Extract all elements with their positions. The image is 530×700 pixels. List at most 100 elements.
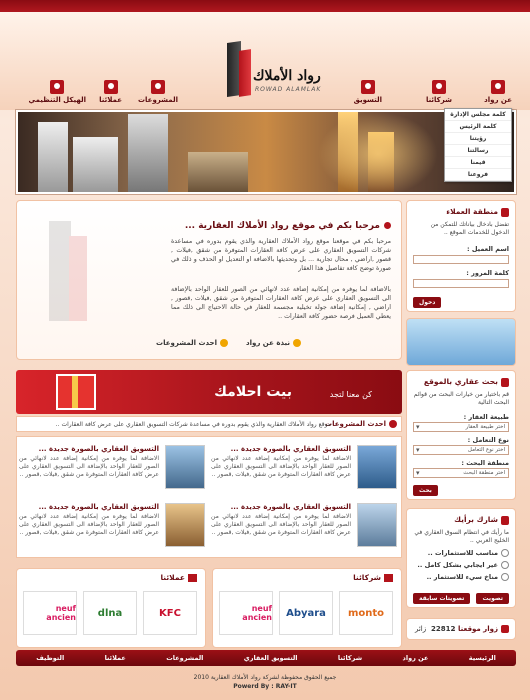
area-label: منطقة البحث : bbox=[461, 459, 509, 467]
search-icon bbox=[501, 377, 509, 387]
clients-icon bbox=[188, 574, 197, 582]
nav-item-projects[interactable]: المشروعات bbox=[138, 80, 178, 104]
submenu-item[interactable]: كلمة مجلس الإدارة bbox=[445, 109, 511, 121]
password-label: كلمة المرور : bbox=[466, 269, 509, 277]
powered-by-text: Powerd By : RAY-IT bbox=[233, 683, 297, 690]
sun-icon bbox=[220, 339, 228, 347]
visitors-count: 22812 bbox=[431, 625, 456, 633]
deal-type-select[interactable]: اختر نوع التعامل bbox=[413, 445, 509, 455]
news-text[interactable]: موقع رواد الأملاك العقارية والذي يقوم بد… bbox=[56, 421, 331, 428]
footer-link-home[interactable]: الرئيسية bbox=[469, 654, 496, 662]
article-thumbnail bbox=[357, 445, 397, 489]
search-button[interactable]: بحث bbox=[413, 485, 438, 496]
vote-button[interactable]: تصويت bbox=[476, 593, 509, 604]
logo-tower-red-icon bbox=[239, 49, 251, 97]
article-title[interactable]: التسويق العقاري بالصورة جديدة ... bbox=[211, 503, 351, 511]
client-logo-kfc[interactable]: KFC bbox=[143, 591, 197, 635]
copyright-text: جميع الحقوق محفوظة لشركة رواد الأملاك ال… bbox=[193, 674, 337, 681]
partner-logo-monto[interactable]: monto bbox=[339, 591, 393, 635]
partners-icon bbox=[431, 80, 446, 94]
about-link[interactable]: نبذة عن رواد bbox=[246, 339, 301, 347]
lock-icon bbox=[501, 207, 509, 217]
footer-link-partners[interactable]: شركائنا bbox=[338, 654, 362, 662]
search-title: بحث عقاري بالموقع bbox=[424, 377, 509, 387]
promo-banner[interactable]: بيت احلامك كن معنا لتجد bbox=[16, 370, 402, 414]
footer-link-projects[interactable]: المشروعات bbox=[166, 654, 203, 662]
nav-item-marketing[interactable]: التسويق bbox=[354, 80, 382, 104]
banner-glow bbox=[318, 112, 438, 192]
nav-item-about[interactable]: عن رواد bbox=[484, 80, 512, 104]
submenu-item[interactable]: رسالتنا bbox=[445, 145, 511, 157]
footer-link-marketing[interactable]: التسويق العقاري bbox=[244, 654, 298, 662]
footer-link-about[interactable]: عن رواد bbox=[403, 654, 429, 662]
client-logo-neuf[interactable]: neuf ancien bbox=[23, 591, 77, 635]
chart-icon bbox=[501, 515, 509, 525]
star-icon bbox=[293, 339, 301, 347]
logo-watermark bbox=[29, 211, 149, 331]
nav-item-clients[interactable]: عملائنا bbox=[99, 80, 122, 104]
partner-logo-neuf[interactable]: neuf ancien bbox=[219, 591, 273, 635]
news-ticker: احدث المشروعات موقع رواد الأملاك العقاري… bbox=[16, 416, 402, 432]
article-item[interactable]: التسويق العقاري بالصورة جديدة ... الاضاف… bbox=[209, 441, 397, 497]
article-thumbnail bbox=[165, 445, 205, 489]
partner-logo-abyara[interactable]: Abyara bbox=[279, 591, 333, 635]
welcome-title: مرحبا بكم في موقع رواد الأملاك العقارية … bbox=[185, 221, 391, 231]
login-box: منطقة العملاء تفضل بادخال بياناتك للتمكن… bbox=[406, 200, 516, 312]
username-input[interactable] bbox=[413, 255, 509, 264]
bullet-icon bbox=[384, 222, 391, 229]
nav-item-partners[interactable]: شركائنا bbox=[426, 80, 452, 104]
submenu-item[interactable]: رؤيتنا bbox=[445, 133, 511, 145]
articles-grid: التسويق العقاري بالصورة جديدة ... الاضاف… bbox=[16, 436, 402, 558]
poll-box: شارك برأيك ما رأيك في انتظام السوق العقا… bbox=[406, 508, 516, 608]
login-button[interactable]: دخول bbox=[413, 297, 442, 308]
article-title[interactable]: التسويق العقاري بالصورة جديدة ... bbox=[19, 445, 159, 453]
building-shape bbox=[73, 137, 118, 192]
password-input[interactable] bbox=[413, 279, 509, 288]
visitors-unit: زائر bbox=[415, 625, 427, 633]
submenu-item[interactable]: كلمة الرئيس bbox=[445, 121, 511, 133]
promo-subline: كن معنا لتجد bbox=[329, 390, 372, 399]
partners-panel: شركائنا monto Abyara neuf ancien bbox=[212, 568, 402, 648]
submenu-item[interactable]: قيمنا bbox=[445, 157, 511, 169]
article-text: الاضافة لما يوفره من إمكانية إضافة عدد ل… bbox=[19, 455, 159, 478]
article-item[interactable]: التسويق العقاري بالصورة جديدة ... الاضاف… bbox=[17, 441, 205, 497]
area-select[interactable]: اختر منطقة البحث bbox=[413, 468, 509, 478]
clients-title: عملائنا bbox=[160, 573, 197, 582]
client-logo-dlna[interactable]: dlna bbox=[83, 591, 137, 635]
article-text: الاضافة لما يوفره من إمكانية إضافة عدد ل… bbox=[19, 513, 159, 536]
welcome-panel: مرحبا بكم في موقع رواد الأملاك العقارية … bbox=[16, 200, 402, 360]
article-item[interactable]: التسويق العقاري بالصورة جديدة ... الاضاف… bbox=[209, 499, 397, 555]
property-type-label: طبيعة العقار : bbox=[463, 413, 509, 421]
projects-link[interactable]: احدث المشروعات bbox=[156, 339, 228, 347]
poll-question: ما رأيك في انتظام السوق العقاري في الخلي… bbox=[414, 529, 509, 544]
article-title[interactable]: التسويق العقاري بالصورة جديدة ... bbox=[19, 503, 159, 511]
article-title[interactable]: التسويق العقاري بالصورة جديدة ... bbox=[211, 445, 351, 453]
logo-brand-en: ROWAD ALAMLAK bbox=[255, 86, 322, 93]
site-logo[interactable]: رواد الأملاك ROWAD ALAMLAK bbox=[215, 40, 335, 100]
search-hint: قم باختيار من خيارات البحث من قوائم البح… bbox=[413, 391, 509, 406]
visitors-box: زوار موقعنا : 22812 زائر bbox=[406, 618, 516, 640]
deal-type-label: نوع التعامل : bbox=[467, 436, 509, 444]
nav-item-structure[interactable]: الهيكل التنظيمي bbox=[29, 80, 86, 104]
property-type-select[interactable]: اختر طبيعة العقار bbox=[413, 422, 509, 432]
poll-option[interactable]: غير ايجابي بشكل كامل .. bbox=[417, 561, 509, 569]
marketing-icon bbox=[360, 80, 375, 94]
submenu-item[interactable]: فروعنا bbox=[445, 169, 511, 181]
visitors-label: زوار موقعنا : bbox=[453, 625, 509, 633]
clients-icon bbox=[103, 80, 118, 94]
username-label: اسم العميل : bbox=[467, 245, 509, 253]
poll-option[interactable]: مناخ سيء للاستثمار .. bbox=[427, 573, 509, 581]
previous-polls-button[interactable]: تصويتات سابقة bbox=[413, 593, 471, 604]
partners-title: شركائنا bbox=[353, 573, 393, 582]
about-submenu: كلمة مجلس الإدارة كلمة الرئيس رؤيتنا رسا… bbox=[444, 108, 512, 182]
article-item[interactable]: التسويق العقاري بالصورة جديدة ... الاضاف… bbox=[17, 499, 205, 555]
footer-link-clients[interactable]: عملائنا bbox=[105, 654, 126, 662]
main-content: مرحبا بكم في موقع رواد الأملاك العقارية … bbox=[16, 200, 402, 650]
projects-icon bbox=[151, 80, 165, 94]
article-text: الاضافة لما يوفره من إمكانية إضافة عدد ل… bbox=[211, 513, 351, 536]
partners-icon bbox=[384, 574, 393, 582]
footer-link-jobs[interactable]: التوظيف bbox=[36, 654, 64, 662]
news-title: احدث المشروعات bbox=[325, 420, 397, 428]
poll-option[interactable]: مناسب للاستثمارات .. bbox=[428, 549, 509, 557]
article-text: الاضافة لما يوفره من إمكانية إضافة عدد ل… bbox=[211, 455, 351, 478]
